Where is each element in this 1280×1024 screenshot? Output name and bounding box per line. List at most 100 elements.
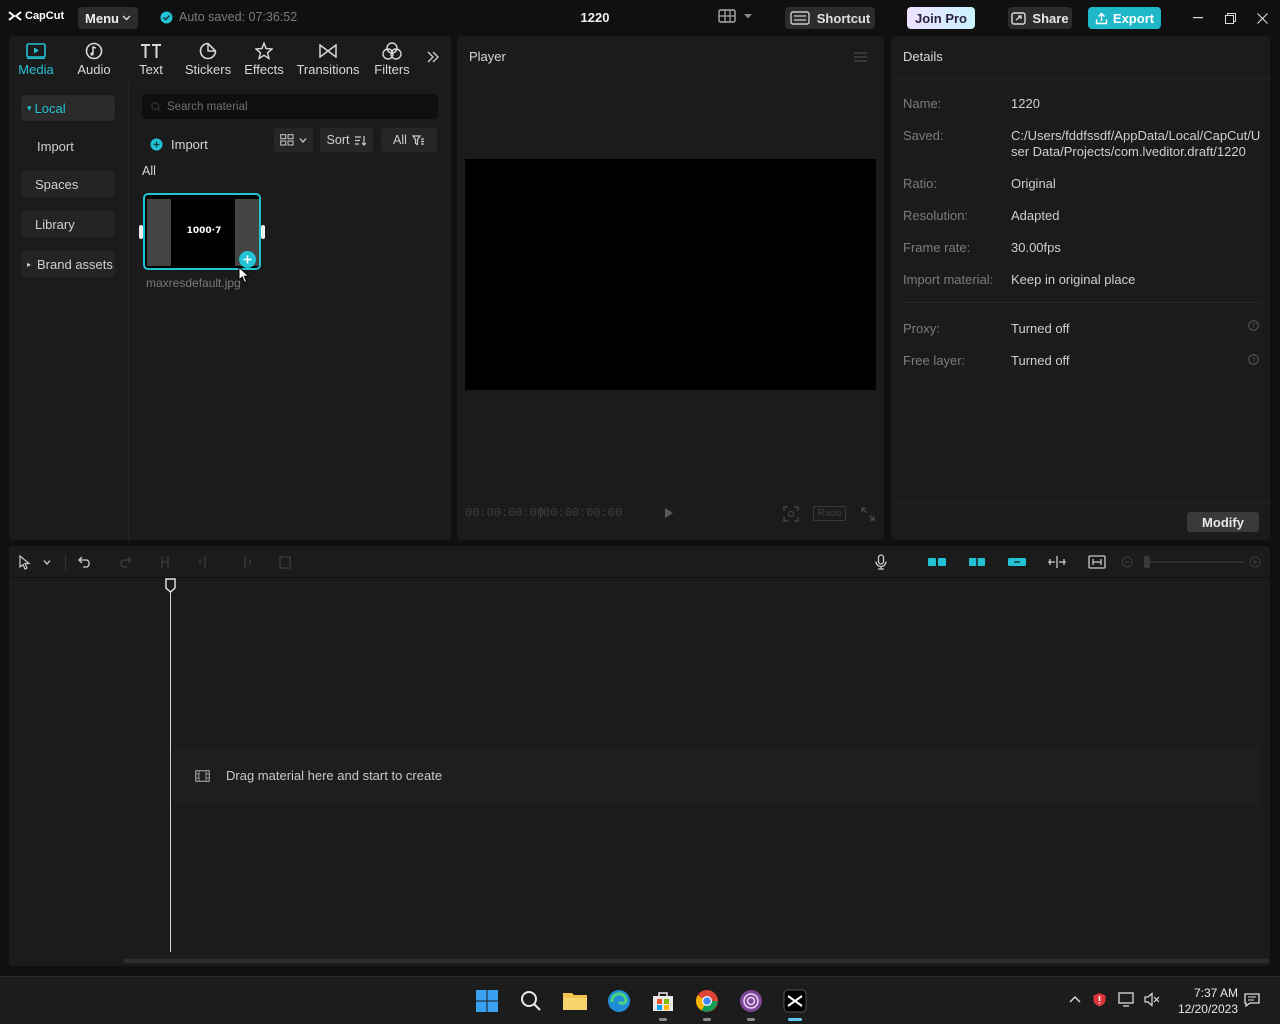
tab-stickers[interactable]: Stickers xyxy=(178,40,238,82)
split-button[interactable] xyxy=(155,552,175,572)
microphone-icon xyxy=(875,554,887,570)
restore-button[interactable] xyxy=(1220,8,1240,28)
shortcut-button[interactable]: Shortcut xyxy=(785,7,875,29)
undo-button[interactable] xyxy=(75,552,95,572)
tab-label: Audio xyxy=(77,62,111,77)
tab-transitions[interactable]: Transitions xyxy=(295,40,361,82)
linkage-button[interactable] xyxy=(1007,552,1027,572)
video-preview xyxy=(465,159,876,390)
title-bar: CapCut Menu Auto saved: 07:36:52 1220 Sh… xyxy=(0,0,1280,36)
detail-value: C:/Users/fddfssdf/AppData/Local/CapCut/U… xyxy=(1011,128,1261,159)
timeline-scrollbar[interactable] xyxy=(123,959,1269,963)
thumbnail-image-text: 1000·7 xyxy=(186,226,222,236)
player-title: Player xyxy=(469,49,506,64)
security-alert-icon[interactable] xyxy=(1092,992,1107,1007)
help-icon[interactable]: ? xyxy=(1248,320,1259,331)
autosave-text: Auto saved: 07:36:52 xyxy=(179,10,298,24)
sidebar-item-library[interactable]: Library xyxy=(21,211,115,237)
more-tabs-button[interactable] xyxy=(427,51,439,63)
start-button[interactable] xyxy=(473,987,501,1015)
detail-key: Ratio: xyxy=(903,176,937,191)
tab-effects[interactable]: Effects xyxy=(236,40,292,82)
chrome-icon xyxy=(696,990,718,1012)
main-track-magnet-button[interactable] xyxy=(927,552,947,572)
split-right-button[interactable] xyxy=(235,552,255,572)
sidebar-item-spaces[interactable]: Spaces xyxy=(21,171,115,197)
sidebar-item-label: Import xyxy=(37,138,74,154)
help-icon[interactable]: ? xyxy=(1248,354,1259,365)
sidebar-item-local[interactable]: ▾ Local xyxy=(21,95,115,121)
grid-view-icon xyxy=(280,134,294,146)
chevron-up-icon[interactable] xyxy=(1069,995,1081,1003)
capcut-taskbar-button[interactable] xyxy=(781,987,809,1021)
windows-logo-icon xyxy=(476,990,498,1012)
view-mode-button[interactable] xyxy=(274,128,313,152)
system-clock[interactable]: 7:37 AM 12/20/2023 xyxy=(1168,985,1238,1017)
main-track-drop-zone[interactable]: Drag material here and start to create xyxy=(173,746,1260,806)
record-audio-button[interactable] xyxy=(871,552,891,572)
play-icon[interactable] xyxy=(664,507,674,519)
ratio-button[interactable]: Ratio xyxy=(813,506,846,521)
export-icon xyxy=(1095,12,1108,24)
playhead-handle[interactable] xyxy=(165,578,176,593)
close-button[interactable] xyxy=(1252,8,1272,28)
clock-date: 12/20/2023 xyxy=(1177,1002,1238,1016)
effects-icon xyxy=(255,42,273,60)
zoom-out-icon[interactable] xyxy=(1121,556,1133,568)
fullscreen-icon[interactable] xyxy=(861,507,875,521)
tab-audio[interactable]: Audio xyxy=(65,40,123,82)
divider xyxy=(65,554,66,570)
import-label: Import xyxy=(171,136,208,152)
split-left-button[interactable] xyxy=(195,552,215,572)
store-button[interactable] xyxy=(649,987,677,1021)
chrome-button[interactable] xyxy=(693,987,721,1021)
zoom-slider[interactable] xyxy=(1145,561,1245,563)
network-icon[interactable] xyxy=(1118,992,1136,1007)
running-indicator xyxy=(659,1018,667,1021)
running-indicator xyxy=(703,1018,711,1021)
export-button[interactable]: Export xyxy=(1088,7,1161,29)
edge-browser-button[interactable] xyxy=(605,987,633,1015)
search-input[interactable]: Search material xyxy=(142,94,438,119)
file-explorer-button[interactable] xyxy=(561,987,589,1015)
zoom-in-icon[interactable] xyxy=(1249,556,1261,568)
auto-snap-button[interactable] xyxy=(967,552,987,572)
sidebar-item-import[interactable]: Import xyxy=(21,133,115,159)
modify-button[interactable]: Modify xyxy=(1187,512,1259,532)
zoom-slider-handle[interactable] xyxy=(1144,556,1150,568)
fit-screen-icon[interactable] xyxy=(783,506,799,522)
detail-value: Adapted xyxy=(1011,208,1060,223)
tab-filters[interactable]: Filters xyxy=(363,40,421,82)
stickers-icon xyxy=(199,42,217,60)
media-thumbnail[interactable]: 1000·7 xyxy=(143,193,261,270)
layout-icon xyxy=(718,9,736,23)
thumbnail-right-handle[interactable] xyxy=(261,225,265,239)
delete-button[interactable] xyxy=(275,552,295,572)
minimize-button[interactable] xyxy=(1188,8,1208,28)
tab-media[interactable]: Media xyxy=(7,40,65,82)
notifications-icon[interactable] xyxy=(1244,992,1260,1008)
thumbnail-left-handle[interactable] xyxy=(139,225,143,239)
taskbar-search-button[interactable] xyxy=(517,987,545,1015)
project-title: 1220 xyxy=(580,10,610,25)
zoom-to-fit-button[interactable] xyxy=(1087,552,1107,572)
tor-browser-button[interactable] xyxy=(737,987,765,1021)
chevron-down-icon[interactable] xyxy=(43,560,51,565)
preview-axis-button[interactable] xyxy=(1047,552,1067,572)
join-pro-button[interactable]: Join Pro xyxy=(907,7,975,29)
mouse-cursor-icon xyxy=(238,266,250,284)
layout-button[interactable] xyxy=(718,9,752,23)
import-button[interactable]: Import xyxy=(150,132,208,156)
tab-text[interactable]: Text xyxy=(122,40,180,82)
sidebar-item-brand-assets[interactable]: ▸ Brand assets xyxy=(21,251,115,277)
filter-button[interactable]: All xyxy=(381,128,437,152)
sort-button[interactable]: Sort xyxy=(320,128,373,152)
section-label: All xyxy=(142,164,156,178)
hamburger-menu-icon[interactable] xyxy=(854,52,867,62)
share-button[interactable]: Share xyxy=(1008,7,1072,29)
cursor-arrow-icon xyxy=(19,554,31,570)
menu-button[interactable]: Menu xyxy=(78,7,138,29)
redo-button[interactable] xyxy=(115,552,135,572)
volume-muted-icon[interactable] xyxy=(1144,992,1160,1007)
select-tool-button[interactable] xyxy=(15,552,35,572)
